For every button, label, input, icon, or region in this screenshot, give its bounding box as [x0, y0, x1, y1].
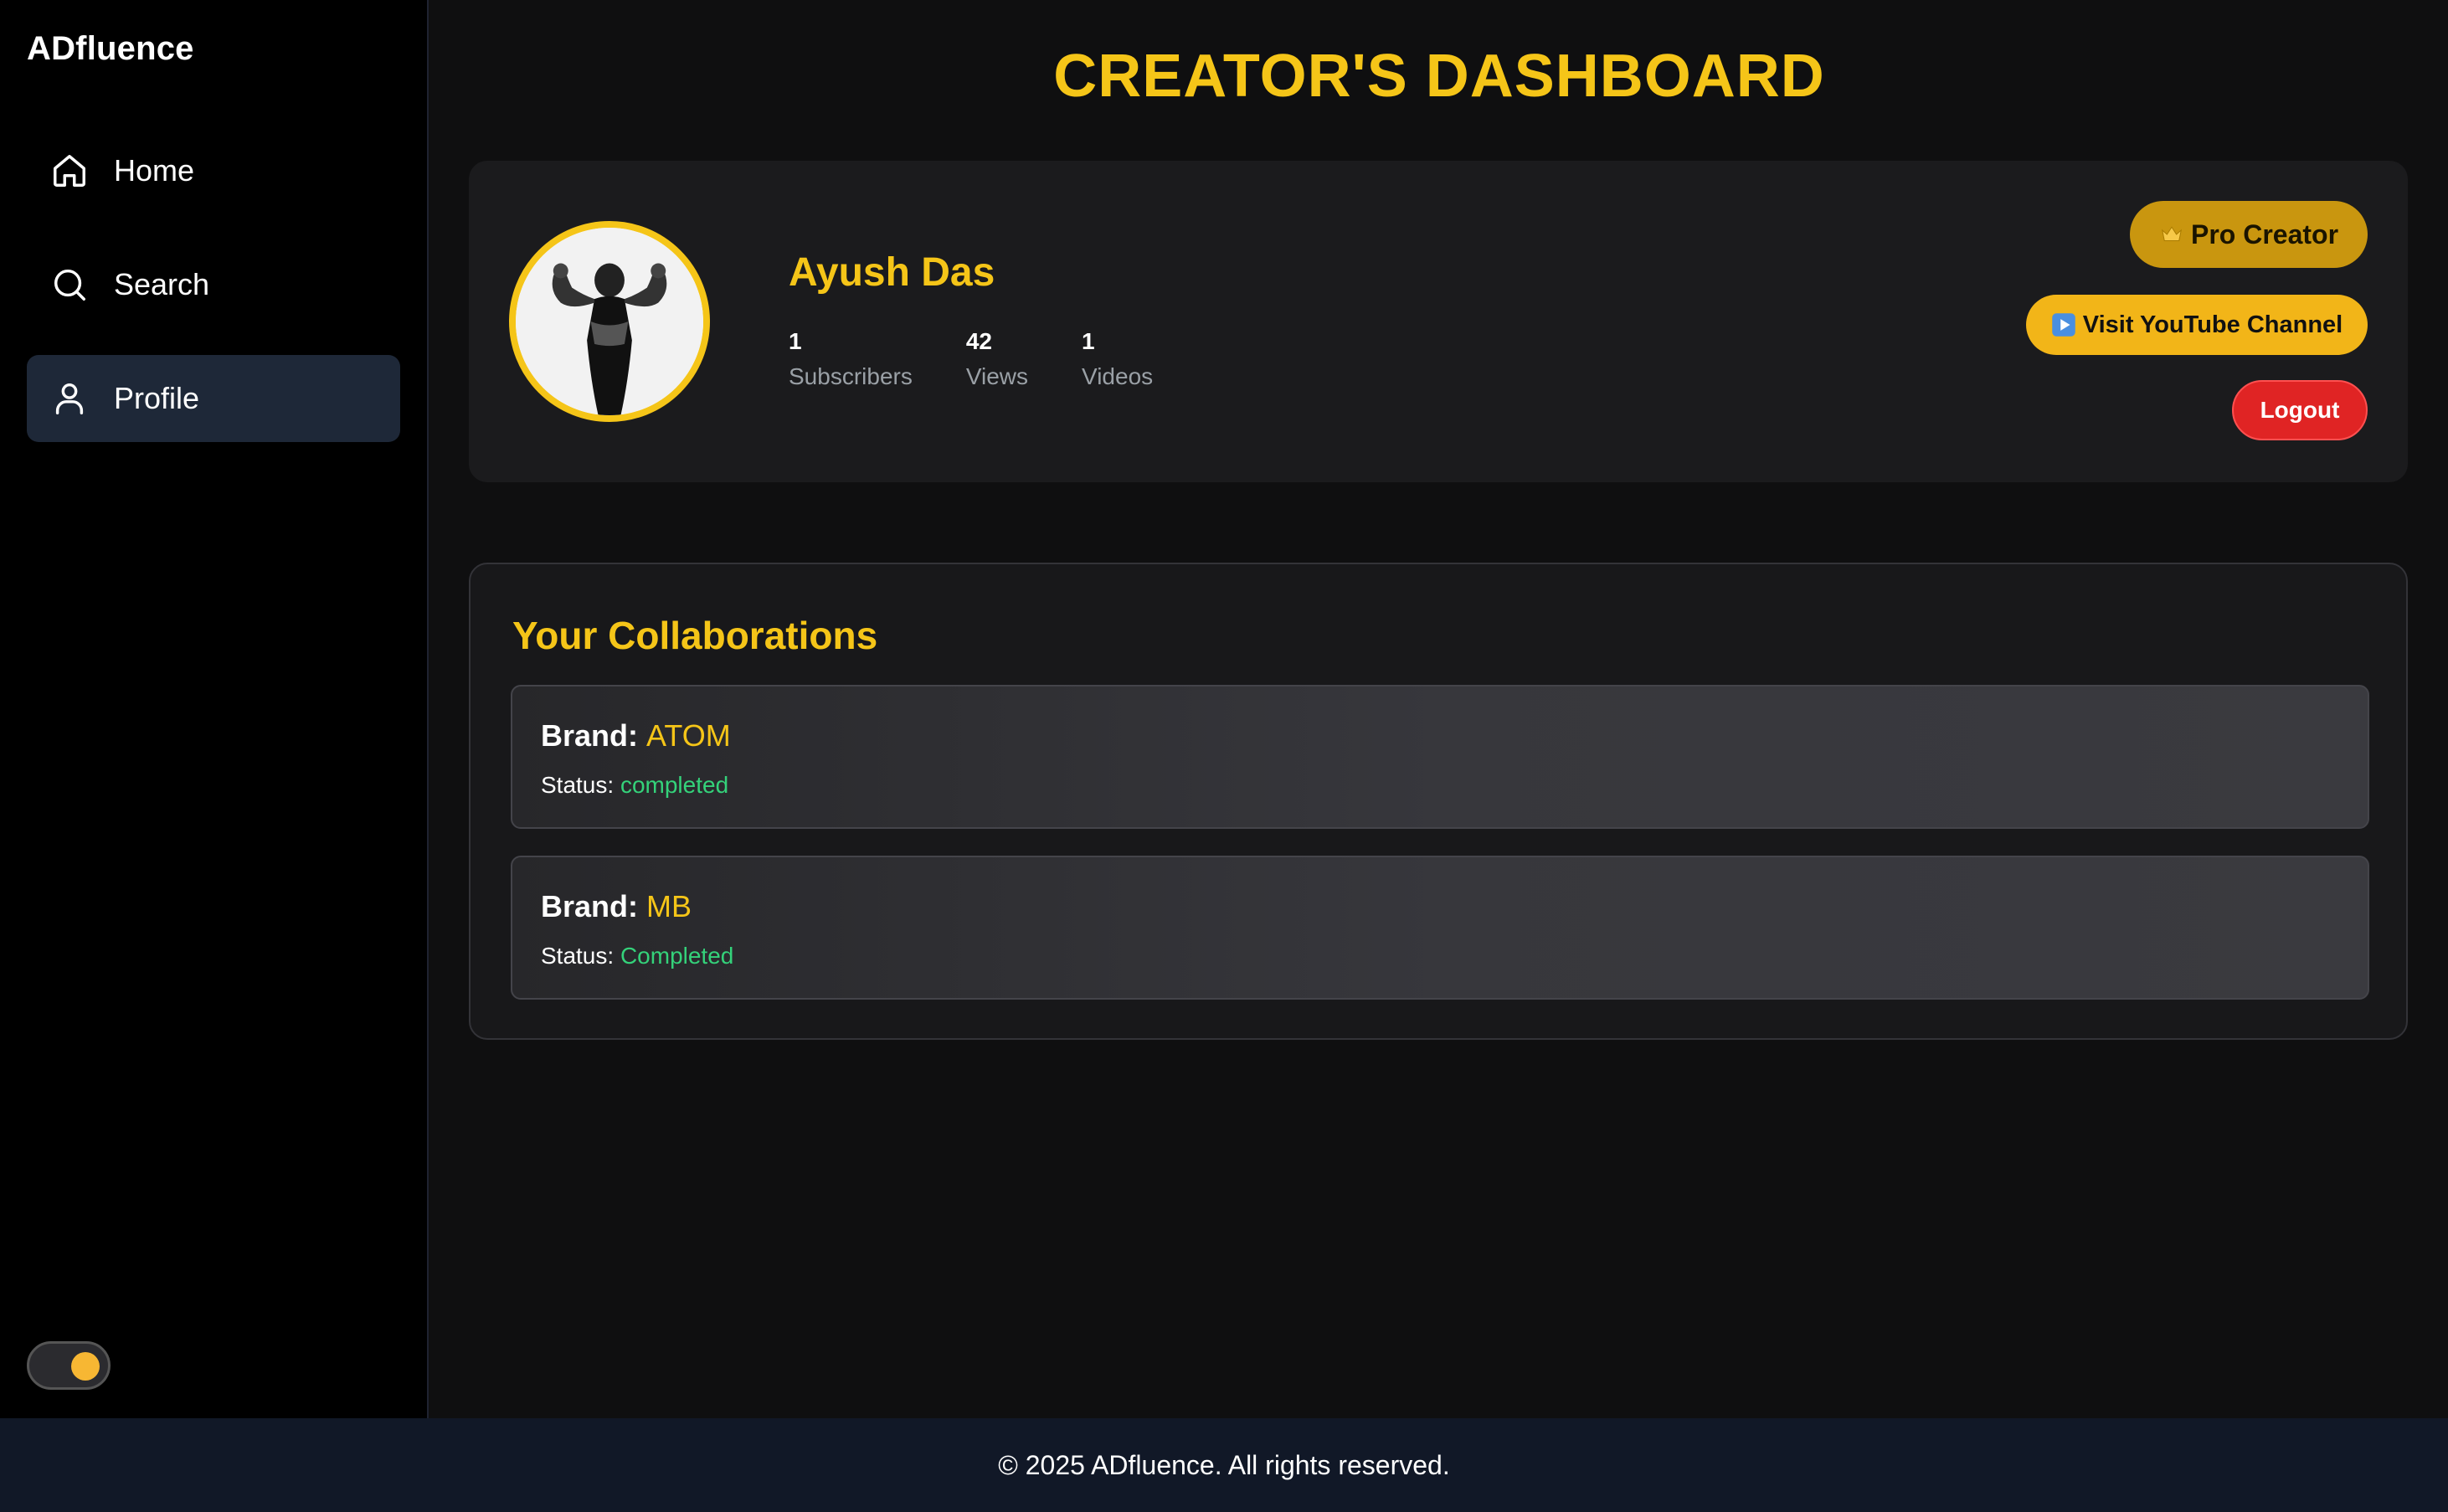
crown-icon [2159, 222, 2184, 247]
stat-subscribers: 1 Subscribers [789, 328, 913, 390]
avatar [509, 221, 710, 422]
sidebar: ADfluence Home Search Profile [0, 0, 429, 1418]
collab-status: Status: completed [541, 772, 728, 799]
theme-toggle[interactable] [27, 1341, 111, 1390]
brand-name: ATOM [646, 718, 731, 753]
toggle-knob [71, 1352, 100, 1381]
profile-name: Ayush Das [789, 250, 995, 295]
pro-creator-label: Pro Creator [2190, 219, 2339, 249]
footer: © 2025 ADfluence. All rights reserved. [0, 1418, 2448, 1512]
collab-brand: Brand: ATOM [541, 718, 731, 753]
sidebar-item-home[interactable]: Home [27, 127, 400, 214]
sidebar-item-label: Home [114, 153, 195, 188]
collaboration-item[interactable]: Brand: MB Status: Completed [511, 856, 2369, 1000]
visit-youtube-button[interactable]: Visit YouTube Channel [2026, 295, 2368, 355]
brand-prefix: Brand: [541, 889, 638, 923]
user-icon [47, 376, 92, 421]
sidebar-item-profile[interactable]: Profile [27, 355, 400, 442]
visit-youtube-label: Visit YouTube Channel [2082, 311, 2343, 338]
sidebar-nav: Home Search Profile [27, 127, 400, 469]
pro-creator-badge[interactable]: Pro Creator [2130, 201, 2368, 268]
sidebar-item-label: Profile [114, 381, 200, 415]
stat-value: 1 [1082, 328, 1095, 354]
stat-value: 42 [965, 328, 992, 354]
avatar-image [516, 228, 703, 415]
main-content: CREATOR'S DASHBOARD Ayush Das 1 Subscrib… [430, 0, 2448, 1418]
play-button-icon [2051, 312, 2076, 337]
brand-prefix: Brand: [541, 718, 638, 753]
status-prefix: Status: [541, 772, 615, 798]
stat-label: Videos [1082, 363, 1154, 389]
profile-card: Ayush Das 1 Subscribers 42 Views 1 Video… [469, 161, 2408, 482]
stat-value: 1 [789, 328, 802, 354]
brand-name: MB [646, 889, 692, 923]
stat-label: Subscribers [789, 363, 913, 389]
app-root: ADfluence Home Search Profile CREATOR'S … [0, 0, 2448, 1418]
home-icon [47, 148, 92, 193]
page-title: CREATOR'S DASHBOARD [1053, 43, 1825, 110]
stat-videos: 1 Videos [1082, 328, 1153, 390]
sidebar-item-label: Search [114, 267, 210, 301]
brand-logo[interactable]: ADfluence [27, 30, 194, 68]
status-prefix: Status: [541, 943, 615, 969]
status-value: Completed [620, 943, 734, 969]
sidebar-item-search[interactable]: Search [27, 241, 400, 328]
collab-brand: Brand: MB [541, 889, 692, 924]
logout-button[interactable]: Logout [2232, 380, 2368, 440]
collaboration-item[interactable]: Brand: ATOM Status: completed [511, 685, 2369, 829]
collaborations-card: Your Collaborations Brand: ATOM Status: … [469, 563, 2408, 1040]
profile-stats: 1 Subscribers 42 Views 1 Videos [789, 328, 1206, 390]
stat-views: 42 Views [966, 328, 1028, 390]
status-value: completed [620, 772, 729, 798]
collaborations-title: Your Collaborations [512, 614, 878, 657]
stat-label: Views [965, 363, 1029, 389]
search-icon [47, 262, 92, 307]
footer-copyright: © 2025 ADfluence. All rights reserved. [998, 1449, 1450, 1480]
collab-status: Status: Completed [541, 943, 733, 969]
